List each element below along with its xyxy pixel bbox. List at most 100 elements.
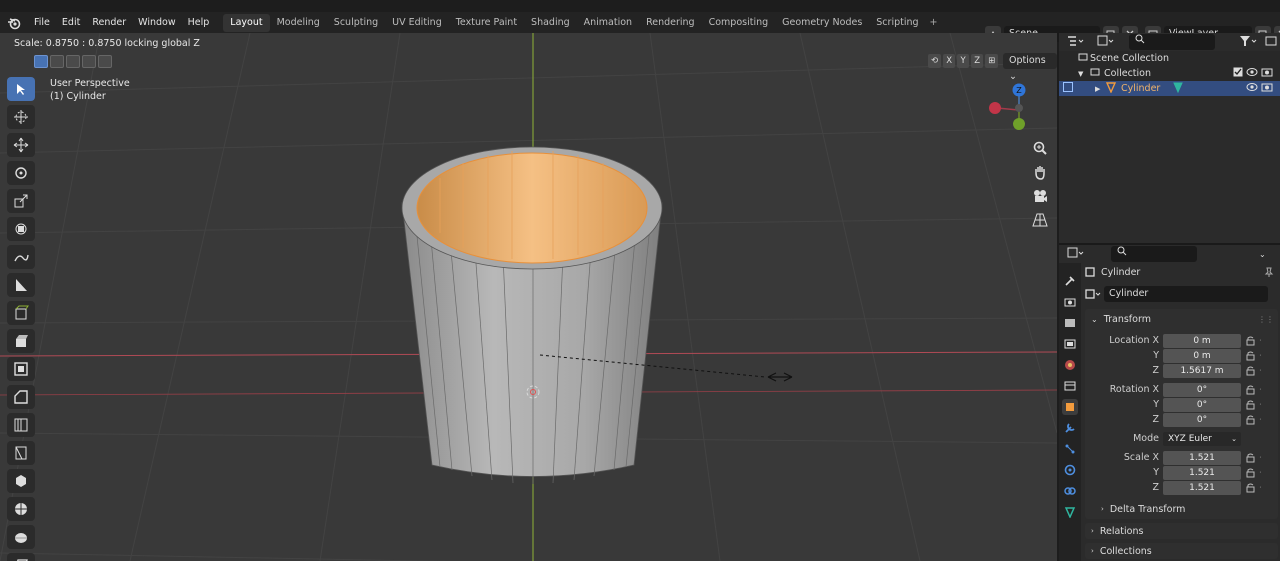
menu-edit[interactable]: Edit [56, 12, 86, 33]
scale-y-anim-icon[interactable]: ⋅ [1259, 468, 1267, 478]
location-x-lock-icon[interactable] [1246, 336, 1256, 346]
display-mode-icon[interactable] [1097, 35, 1115, 50]
camera-view-icon[interactable] [1029, 187, 1051, 205]
tab-layout[interactable]: Layout [223, 13, 270, 32]
scale-x-lock-icon[interactable] [1246, 453, 1256, 463]
rotation-x-anim-icon[interactable]: ⋅ [1259, 385, 1267, 395]
modifier-tab-icon[interactable] [1062, 420, 1078, 436]
cursor-tool-icon[interactable] [7, 105, 35, 129]
outliner-scene-collection[interactable]: Scene Collection [1059, 51, 1280, 66]
axis-y-toggle[interactable]: Y [957, 54, 970, 68]
scale-z-lock-icon[interactable] [1246, 483, 1256, 493]
mesh-options-icon[interactable]: ⊞ [985, 54, 999, 68]
add-workspace-icon[interactable]: + [926, 14, 942, 32]
select-box-mode-button[interactable] [34, 55, 48, 68]
menu-help[interactable]: Help [182, 12, 216, 33]
rotation-y-field[interactable]: 0° [1163, 397, 1241, 412]
location-x-anim-icon[interactable]: ⋅ [1259, 336, 1267, 346]
measure-tool-icon[interactable] [7, 273, 35, 297]
output-tab-icon[interactable] [1062, 315, 1078, 331]
constraints-tab-icon[interactable] [1062, 483, 1078, 499]
new-collection-icon[interactable] [1265, 35, 1277, 50]
location-y-lock-icon[interactable] [1246, 351, 1256, 361]
tab-rendering[interactable]: Rendering [639, 14, 702, 32]
properties-search-field[interactable] [1111, 246, 1197, 262]
tab-texture-paint[interactable]: Texture Paint [449, 14, 524, 32]
scene-tab-icon[interactable] [1062, 357, 1078, 373]
properties-options-icon[interactable]: ⌄ [1259, 250, 1266, 259]
scale-y-lock-icon[interactable] [1246, 468, 1256, 478]
scale-x-anim-icon[interactable]: ⋅ [1259, 453, 1267, 463]
delta-transform-subpanel[interactable]: › Delta Transform [1085, 501, 1278, 517]
object-name-field[interactable]: Cylinder [1104, 286, 1268, 302]
rotation-y-anim-icon[interactable]: ⋅ [1259, 400, 1267, 410]
transform-tool-icon[interactable] [7, 217, 35, 241]
rotation-z-lock-icon[interactable] [1246, 415, 1256, 425]
rotation-x-lock-icon[interactable] [1246, 385, 1256, 395]
rotation-x-field[interactable]: 0° [1163, 382, 1241, 397]
cylinder-render-icon[interactable] [1261, 82, 1273, 95]
tab-shading[interactable]: Shading [524, 14, 577, 32]
pin-icon[interactable] [1264, 267, 1274, 277]
perspective-toggle-icon[interactable] [1029, 211, 1051, 229]
menu-window[interactable]: Window [132, 12, 181, 33]
location-z-anim-icon[interactable]: ⋅ [1259, 366, 1267, 376]
tab-modeling[interactable]: Modeling [270, 14, 327, 32]
inset-tool-icon[interactable] [7, 357, 35, 381]
location-y-anim-icon[interactable]: ⋅ [1259, 351, 1267, 361]
move-tool-icon[interactable] [7, 133, 35, 157]
tab-scripting[interactable]: Scripting [869, 14, 925, 32]
collection-checkbox-icon[interactable] [1233, 67, 1243, 80]
axis-z-toggle[interactable]: Z [971, 54, 984, 68]
pan-hand-icon[interactable] [1029, 163, 1051, 181]
object-data-icon[interactable] [1085, 289, 1101, 299]
axis-x-toggle[interactable]: X [943, 54, 956, 68]
outliner-collection[interactable]: ▼ Collection [1059, 66, 1280, 81]
location-z-field[interactable]: 1.5617 m [1163, 363, 1241, 378]
snapping-icon[interactable]: ⟲ [928, 54, 942, 68]
physics-tab-icon[interactable] [1062, 462, 1078, 478]
properties-editor-type-icon[interactable] [1067, 247, 1085, 262]
tab-compositing[interactable]: Compositing [702, 14, 776, 32]
object-tab-icon[interactable] [1062, 399, 1078, 415]
relations-section[interactable]: › Relations [1085, 523, 1278, 539]
scale-z-anim-icon[interactable]: ⋅ [1259, 483, 1267, 493]
tab-sculpting[interactable]: Sculpting [327, 14, 385, 32]
expand-cylinder-icon[interactable]: ▶ [1095, 85, 1105, 93]
3d-viewport[interactable]: Scale: 0.8750 : 0.8750 locking global Z … [0, 33, 1057, 561]
rotation-z-field[interactable]: 0° [1163, 412, 1241, 427]
location-y-field[interactable]: 0 m [1163, 348, 1241, 363]
zoom-icon[interactable] [1029, 139, 1051, 157]
spin-tool-icon[interactable] [7, 497, 35, 521]
world-tab-icon[interactable] [1062, 378, 1078, 394]
particles-tab-icon[interactable] [1062, 441, 1078, 457]
filter-icon[interactable] [1239, 35, 1257, 50]
tab-animation[interactable]: Animation [577, 14, 639, 32]
scale-x-field[interactable]: 1.521 [1163, 450, 1241, 465]
options-dropdown[interactable]: Options ⌄ [1003, 53, 1057, 82]
shear-tool-icon[interactable] [7, 553, 35, 561]
select-extend-mode-button[interactable] [50, 55, 64, 68]
outliner-cylinder[interactable]: ▶ Cylinder [1059, 81, 1280, 96]
location-z-lock-icon[interactable] [1246, 366, 1256, 376]
poly-build-tool-icon[interactable] [7, 469, 35, 493]
blender-logo-icon[interactable] [6, 15, 22, 31]
select-intersect-mode-button[interactable] [98, 55, 112, 68]
menu-render[interactable]: Render [86, 12, 132, 33]
smooth-tool-icon[interactable] [7, 525, 35, 549]
loop-cut-tool-icon[interactable] [7, 413, 35, 437]
cylinder-visibility-icon[interactable] [1246, 82, 1258, 95]
tab-uv-editing[interactable]: UV Editing [385, 14, 449, 32]
rotation-y-lock-icon[interactable] [1246, 400, 1256, 410]
add-cube-tool-icon[interactable] [7, 301, 35, 325]
collections-section[interactable]: › Collections [1085, 543, 1278, 559]
annotate-tool-icon[interactable] [7, 245, 35, 269]
mesh-data-icon[interactable] [1172, 81, 1184, 96]
rotation-mode-dropdown[interactable]: XYZ Euler ⌄ [1163, 431, 1241, 446]
navigation-gizmo[interactable]: Z [987, 80, 1047, 136]
scale-z-field[interactable]: 1.521 [1163, 480, 1241, 495]
expand-collection-icon[interactable]: ▼ [1078, 70, 1090, 78]
collection-render-icon[interactable] [1261, 67, 1273, 80]
select-box-tool-icon[interactable] [7, 77, 35, 101]
transform-drag-icon[interactable]: ⋮⋮ [1258, 315, 1274, 324]
